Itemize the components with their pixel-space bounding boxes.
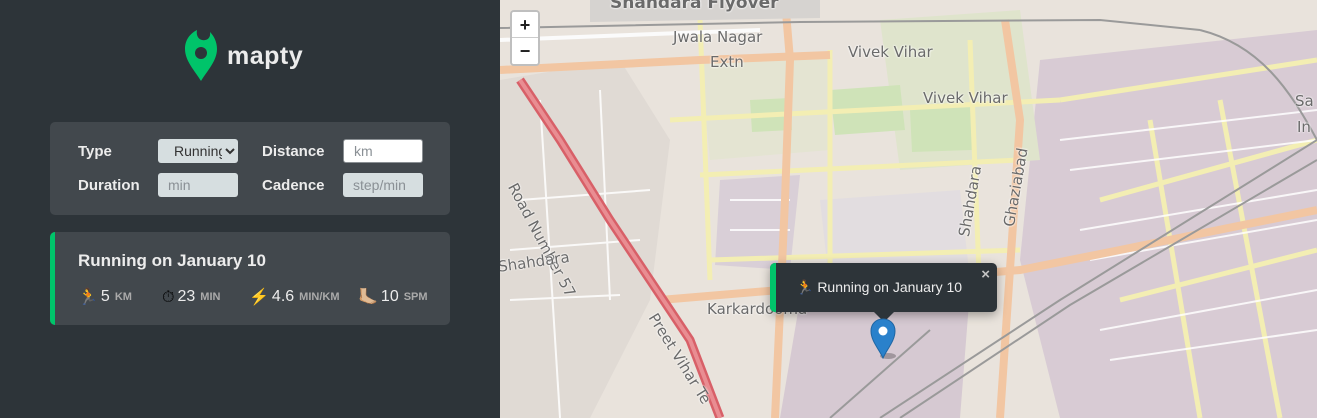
duration-unit: MIN xyxy=(200,291,221,303)
distance-label: Distance xyxy=(262,143,325,160)
map-pin-logo-icon xyxy=(185,30,217,81)
distance-value: 5 xyxy=(100,288,110,305)
popup-text: 🏃 Running on January 10 xyxy=(796,279,963,295)
cadence-value: 10 xyxy=(380,288,399,305)
map-label-vivek-1: Vivek Vihar xyxy=(848,43,933,61)
map-label-extn: Extn xyxy=(710,53,744,71)
lightning-icon: ⚡️ xyxy=(249,287,269,306)
map-label-jwala: Jwala Nagar xyxy=(673,28,763,46)
workout-pace: ⚡️ 4.6 MIN/KM xyxy=(249,287,340,307)
zoom-out-button[interactable]: − xyxy=(512,38,538,64)
type-select[interactable]: Running Cycling xyxy=(158,139,238,163)
cadence-input[interactable] xyxy=(343,173,423,197)
logo: mapty xyxy=(185,29,303,83)
duration-label: Duration xyxy=(78,177,140,194)
sidebar: mapty Type Running Cycling Distance Dura… xyxy=(0,0,500,418)
foot-icon: 🦶🏼 xyxy=(358,287,378,306)
map-marker-icon xyxy=(870,318,896,359)
app-name: mapty xyxy=(227,41,304,70)
stopwatch-icon: ⏱ xyxy=(162,287,175,306)
popup-accent-bar xyxy=(770,263,776,312)
distance-input[interactable] xyxy=(343,139,423,163)
zoom-control: + − xyxy=(510,10,540,66)
workout-popup[interactable]: 🏃 Running on January 10 × xyxy=(770,263,997,322)
duration-value: 23 xyxy=(177,288,196,305)
running-accent-bar xyxy=(50,232,55,325)
pace-unit: MIN/KM xyxy=(299,291,340,303)
map-tiles xyxy=(500,0,1317,418)
workout-duration: ⏱ 23 MIN xyxy=(162,287,220,307)
cadence-unit: SPM xyxy=(403,291,428,303)
map[interactable]: Shahdara Flyover Jwala Nagar Extn Vivek … xyxy=(500,0,1317,418)
zoom-in-button[interactable]: + xyxy=(512,12,538,38)
runner-icon: 🏃 xyxy=(78,287,98,306)
workout-title: Running on January 10 xyxy=(78,251,266,270)
map-label-flyover: Shahdara Flyover xyxy=(610,0,779,13)
map-label-sa: Sa xyxy=(1295,92,1314,110)
workout-card[interactable]: Running on January 10 🏃 5 KM ⏱ 23 MIN ⚡️… xyxy=(50,232,450,325)
pace-value: 4.6 xyxy=(271,288,295,305)
distance-unit: KM xyxy=(114,291,132,303)
type-label: Type xyxy=(78,143,112,160)
workout-form: Type Running Cycling Distance Duration C… xyxy=(50,122,450,215)
duration-input[interactable] xyxy=(158,173,238,197)
cadence-label: Cadence xyxy=(262,177,325,194)
workout-cadence: 🦶🏼 10 SPM xyxy=(358,287,428,307)
workout-distance: 🏃 5 KM xyxy=(78,287,132,307)
map-label-vivek-2: Vivek Vihar xyxy=(923,89,1008,107)
popup-close-button[interactable]: × xyxy=(981,266,990,283)
map-label-in: In xyxy=(1297,118,1311,136)
